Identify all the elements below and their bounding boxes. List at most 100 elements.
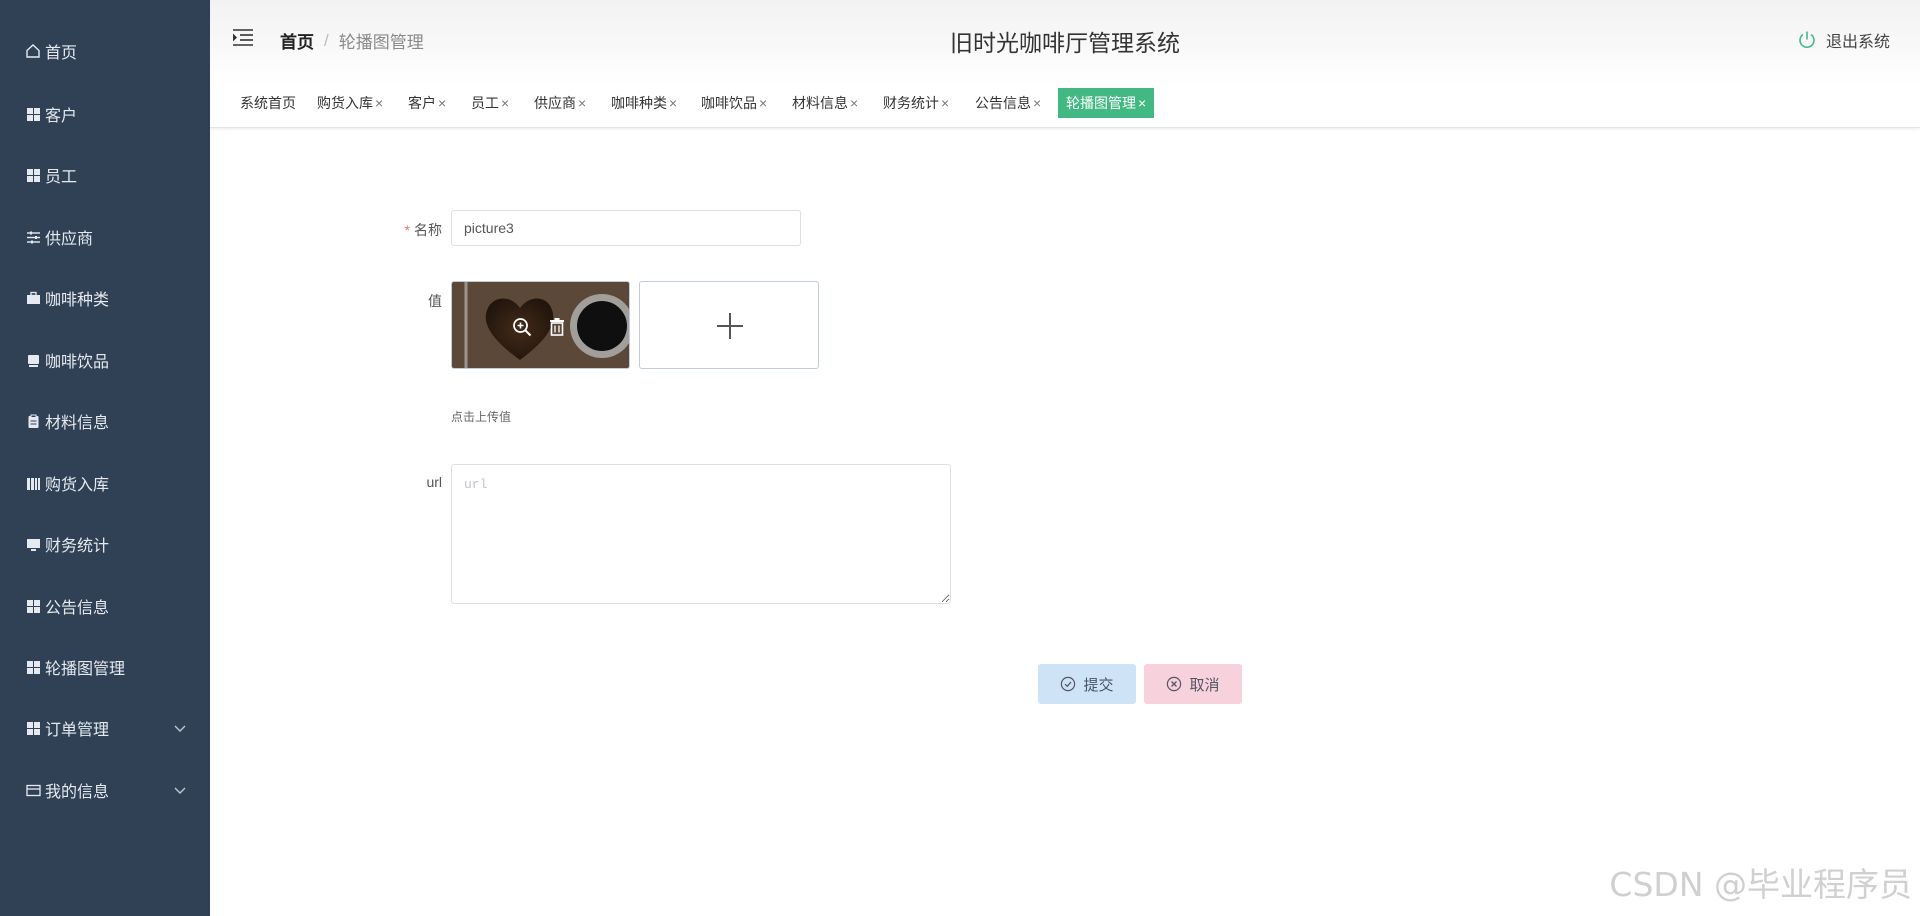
close-icon[interactable]: ×	[759, 95, 767, 111]
close-icon[interactable]: ×	[941, 95, 949, 111]
sidebar-item-supplier[interactable]: 供应商	[0, 217, 210, 257]
grid-icon	[24, 105, 42, 123]
logout-label: 退出系统	[1825, 34, 1890, 51]
tag-notice[interactable]: 公告信息 ×	[972, 88, 1044, 118]
sidebar-item-material[interactable]: 材料信息	[0, 401, 210, 441]
check-circle-icon	[1061, 676, 1076, 692]
chevron-down-icon	[174, 787, 186, 794]
sidebar-item-orders[interactable]: 订单管理	[0, 708, 210, 748]
upload-trigger[interactable]	[639, 281, 819, 369]
url-label: url	[426, 474, 442, 490]
breadcrumb: 首页 / 轮播图管理	[280, 28, 424, 53]
grid-icon	[24, 597, 42, 615]
tag-label: 咖啡饮品	[701, 95, 757, 111]
close-icon[interactable]: ×	[669, 95, 677, 111]
sidebar-item-finance[interactable]: 财务统计	[0, 524, 210, 564]
tag-material[interactable]: 材料信息 ×	[789, 88, 861, 118]
sidebar-item-notice[interactable]: 公告信息	[0, 586, 210, 626]
sidebar-item-label: 材料信息	[45, 415, 110, 432]
sidebar-item-my-info[interactable]: 我的信息	[0, 770, 210, 810]
upload-hint: 点击上传值	[451, 410, 512, 424]
tag-carousel-active[interactable]: 轮播图管理 ×	[1058, 88, 1155, 118]
tag-coffee-type[interactable]: 咖啡种类 ×	[608, 88, 680, 118]
top-header: 首页 / 轮播图管理 旧时光咖啡厅管理系统 退出系统	[210, 0, 1920, 82]
monitor-icon	[24, 535, 42, 553]
required-asterisk: *	[404, 222, 410, 238]
sidebar-item-home[interactable]: 首页	[0, 31, 210, 71]
tag-staff[interactable]: 员工 ×	[468, 88, 512, 118]
sidebar-item-label: 供应商	[45, 231, 94, 248]
tag-purchase[interactable]: 购货入库 ×	[314, 88, 386, 118]
sidebar-item-label: 我的信息	[45, 784, 110, 801]
name-input[interactable]	[451, 210, 801, 246]
grid-icon	[24, 719, 42, 737]
breadcrumb-current: 轮播图管理	[338, 33, 424, 52]
tag-label: 员工	[471, 95, 499, 111]
tags-view-bar: 系统首页 购货入库 × 客户 × 员工 × 供应商 × 咖啡种类 × 咖啡饮品 × 材料信息…	[210, 82, 1920, 128]
sidebar-item-label: 订单管理	[45, 722, 110, 739]
home-icon	[24, 42, 42, 60]
breadcrumb-separator: /	[324, 30, 329, 50]
card-icon	[24, 781, 42, 799]
submit-button[interactable]: 提交	[1038, 664, 1136, 704]
value-label: 值	[428, 293, 442, 309]
uploaded-image-thumbnail[interactable]	[451, 281, 630, 369]
tag-supplier[interactable]: 供应商 ×	[531, 88, 589, 118]
url-textarea[interactable]	[451, 464, 951, 604]
sidebar-item-customer[interactable]: 客户	[0, 94, 210, 134]
sidebar-item-label: 客户	[45, 108, 78, 125]
sidebar: 首页 客户 员工 供应商 咖啡种类 咖啡饮品 材料信息 购货入库 财务统计 公告…	[0, 0, 210, 916]
delete-icon[interactable]	[547, 317, 567, 337]
tag-label: 材料信息	[792, 95, 848, 111]
close-icon[interactable]: ×	[438, 95, 446, 111]
zoom-in-icon[interactable]	[512, 317, 532, 337]
menu-fold-icon[interactable]	[232, 27, 254, 47]
chevron-down-icon	[174, 725, 186, 732]
close-icon[interactable]: ×	[1033, 95, 1041, 111]
close-icon[interactable]: ×	[578, 95, 586, 111]
power-icon	[1799, 31, 1815, 48]
name-label: * 名称	[404, 222, 442, 238]
grid-icon	[24, 658, 42, 676]
close-circle-icon	[1167, 676, 1182, 692]
close-icon[interactable]: ×	[501, 95, 509, 111]
cancel-label: 取消	[1189, 676, 1220, 694]
sidebar-item-label: 轮播图管理	[45, 661, 126, 678]
cancel-button[interactable]: 取消	[1144, 664, 1242, 704]
sidebar-item-label: 首页	[45, 45, 78, 62]
breadcrumb-home[interactable]: 首页	[280, 28, 314, 53]
system-title: 旧时光咖啡厅管理系统	[950, 30, 1180, 56]
sidebar-item-label: 购货入库	[45, 477, 110, 494]
coffee-image	[452, 282, 629, 368]
tag-label: 咖啡种类	[611, 95, 667, 111]
close-icon[interactable]: ×	[375, 95, 383, 111]
tag-finance[interactable]: 财务统计 ×	[880, 88, 952, 118]
drive-icon	[24, 351, 42, 369]
close-icon[interactable]: ×	[850, 95, 858, 111]
submit-label: 提交	[1083, 676, 1114, 694]
sidebar-item-coffee-type[interactable]: 咖啡种类	[0, 278, 210, 318]
sidebar-item-staff[interactable]: 员工	[0, 155, 210, 195]
tag-label: 轮播图管理	[1066, 95, 1136, 111]
clipboard-icon	[24, 412, 42, 430]
tag-label: 客户	[408, 95, 436, 111]
briefcase-icon	[24, 289, 42, 307]
tag-label: 供应商	[534, 95, 576, 111]
tag-label: 财务统计	[883, 95, 939, 111]
sidebar-item-carousel[interactable]: 轮播图管理	[0, 647, 210, 687]
tag-customer[interactable]: 客户 ×	[405, 88, 449, 118]
watermark: CSDN @毕业程序员	[1609, 865, 1912, 904]
sidebar-item-purchase[interactable]: 购货入库	[0, 463, 210, 503]
sidebar-item-coffee-drink[interactable]: 咖啡饮品	[0, 340, 210, 380]
tag-label: 系统首页	[240, 95, 296, 111]
logout-button[interactable]: 退出系统	[1797, 28, 1890, 52]
close-icon[interactable]: ×	[1138, 95, 1146, 111]
tag-coffee-drink[interactable]: 咖啡饮品 ×	[698, 88, 770, 118]
sidebar-item-label: 咖啡饮品	[45, 354, 110, 371]
sidebar-item-label: 咖啡种类	[45, 292, 110, 309]
tag-label: 公告信息	[975, 95, 1031, 111]
sidebar-item-label: 员工	[45, 169, 78, 186]
tag-home[interactable]: 系统首页	[237, 88, 299, 118]
sliders-icon	[24, 228, 42, 246]
sidebar-item-label: 财务统计	[45, 538, 110, 555]
